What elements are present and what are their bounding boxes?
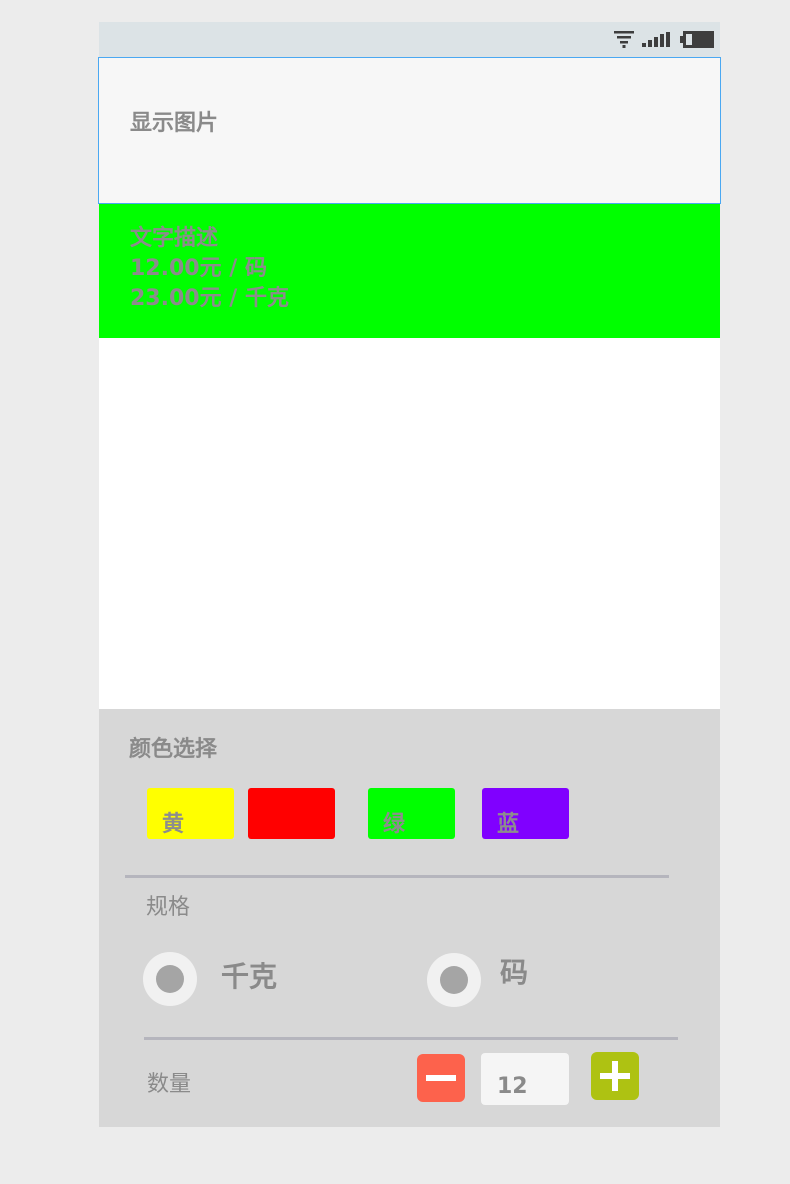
signal-icon	[642, 32, 670, 47]
radio-kilogram[interactable]	[143, 952, 197, 1006]
color-select-title: 颜色选择	[129, 737, 218, 762]
divider	[125, 875, 669, 878]
color-swatch-yellow[interactable]: 黄	[147, 788, 234, 839]
swatch-label: 绿	[383, 812, 406, 837]
price-per-yard: 12.00元 / 码	[130, 256, 267, 281]
radio-dot	[156, 965, 184, 993]
battery-icon	[680, 31, 714, 48]
price-per-kilogram: 23.00元 / 千克	[130, 286, 289, 311]
decrease-quantity-button[interactable]	[417, 1054, 465, 1102]
status-bar	[99, 22, 720, 57]
spec-title: 规格	[146, 895, 191, 920]
phone-screen: 显示图片 文字描述 12.00元 / 码 23.00元 / 千克 颜色选择 黄 …	[98, 22, 721, 1127]
radio-dot	[440, 966, 468, 994]
quantity-title: 数量	[147, 1072, 192, 1097]
color-swatch-blue[interactable]: 蓝	[482, 788, 569, 839]
options-panel: 颜色选择 黄 绿 蓝 规格 千克 码 数量	[99, 709, 720, 1127]
radio-label-yard: 码	[500, 956, 529, 989]
plus-icon	[600, 1061, 630, 1091]
quantity-field[interactable]	[481, 1053, 569, 1105]
swatch-label: 黄	[162, 812, 185, 837]
image-display-area: 显示图片	[98, 57, 721, 204]
color-swatch-green[interactable]: 绿	[368, 788, 455, 839]
image-area-label: 显示图片	[130, 111, 219, 136]
increase-quantity-button[interactable]	[591, 1052, 639, 1100]
swatch-label: 蓝	[497, 812, 520, 837]
minus-icon	[426, 1075, 456, 1081]
description-text: 文字描述	[130, 226, 219, 251]
wifi-icon	[614, 31, 634, 48]
radio-label-kilogram: 千克	[221, 960, 278, 993]
radio-yard[interactable]	[427, 953, 481, 1007]
color-swatch-red[interactable]	[248, 788, 335, 839]
divider	[144, 1037, 678, 1040]
description-area: 文字描述 12.00元 / 码 23.00元 / 千克	[99, 204, 720, 338]
